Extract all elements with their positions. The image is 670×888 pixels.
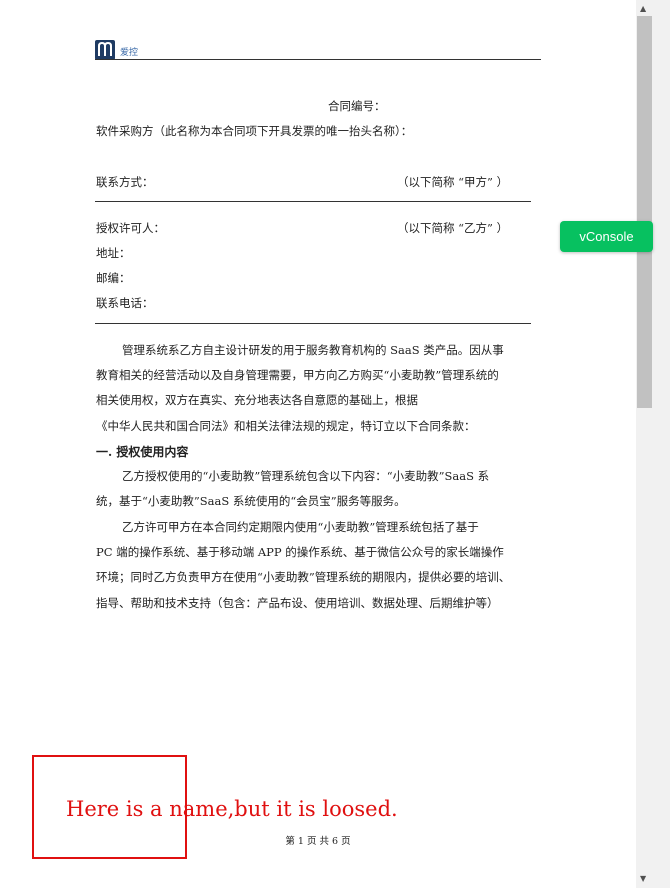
- postcode-label: 邮编：: [96, 271, 131, 285]
- brand-name: 爱控: [120, 48, 139, 58]
- address-label: 地址：: [96, 246, 131, 260]
- section-line: 乙方许可甲方在本合同约定期限内使用“小麦助教”管理系统包括了基于: [122, 520, 479, 534]
- signature-annotation: Here is a name,but it is loosed.: [66, 797, 398, 821]
- section-heading: 一. 授权使用内容: [96, 445, 189, 459]
- document-page: 爱控 合同编号： 软件采购方（此名称为本合同项下开具发票的唯一抬头名称）： 联系…: [0, 0, 636, 888]
- scroll-up-icon[interactable]: ▲: [640, 4, 646, 13]
- contract-number-label: 合同编号：: [328, 99, 386, 113]
- contact-label: 联系方式：: [96, 175, 154, 189]
- header-divider: [95, 59, 541, 60]
- intro-line: 《中华人民共和国合同法》和相关法律法规的规定，特订立以下合同条款：: [96, 419, 476, 433]
- scrollbar-thumb[interactable]: [637, 16, 652, 408]
- section-line: 统，基于“小麦助教”SaaS 系统使用的“会员宝”服务等服务。: [96, 494, 406, 508]
- section-line: 乙方授权使用的“小麦助教”管理系统包含以下内容：“小麦助教”SaaS 系: [122, 469, 490, 483]
- phone-label: 联系电话：: [96, 296, 154, 310]
- buyer-label: 软件采购方（此名称为本合同项下开具发票的唯一抬头名称）：: [96, 124, 413, 138]
- vconsole-button[interactable]: vConsole: [560, 221, 653, 252]
- intro-line: 相关使用权，双方在真实、充分地表达各自意愿的基础上，根据: [96, 393, 418, 407]
- brand-logo-icon: [95, 40, 115, 60]
- party-b-alias: （以下简称 “乙方” ）: [397, 221, 509, 235]
- section-line: 环境；同时乙方负责甲方在使用“小麦助教”管理系统的期限内，提供必要的培训、: [96, 570, 511, 584]
- party-a-alias: （以下简称 “甲方” ）: [397, 175, 509, 189]
- section-line: PC 端的操作系统、基于移动端 APP 的操作系统、基于微信公众号的家长端操作: [96, 545, 504, 559]
- scroll-down-icon[interactable]: ▼: [640, 874, 646, 883]
- party-a-divider: [95, 201, 531, 202]
- section-line: 指导、帮助和技术支持（包含：产品布设、使用培训、数据处理、后期维护等）: [96, 596, 499, 610]
- intro-line: 教育相关的经营活动以及自身管理需要，甲方向乙方购买“小麦助教”管理系统的: [96, 368, 499, 382]
- party-b-divider: [95, 323, 531, 324]
- page-footer: 第 1 页 共 6 页: [285, 836, 351, 847]
- intro-line: 管理系统系乙方自主设计研发的用于服务教育机构的 SaaS 类产品。因从事: [122, 343, 504, 357]
- licensor-label: 授权许可人：: [96, 221, 165, 235]
